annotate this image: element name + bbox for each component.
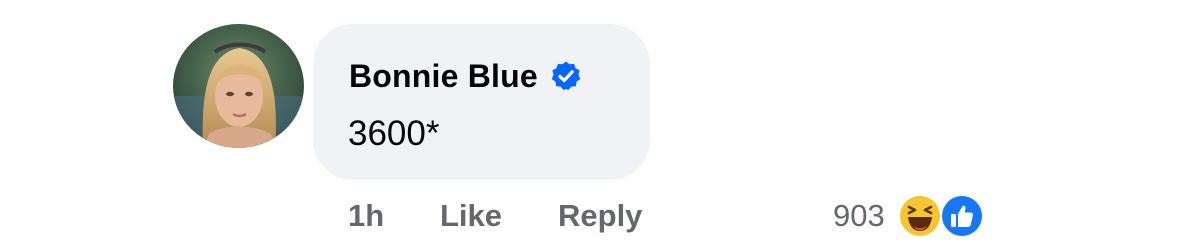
like-button[interactable]: Like: [440, 194, 502, 238]
comment-container: Bonnie Blue 3600* 1h Like Reply 903: [0, 0, 1200, 247]
reaction-count: 903: [833, 198, 885, 233]
reactions-summary[interactable]: 903: [833, 194, 987, 238]
haha-icon: [897, 193, 943, 239]
reaction-icons: [895, 193, 987, 239]
comment-bubble: Bonnie Blue 3600*: [313, 24, 650, 180]
author-row: Bonnie Blue: [349, 54, 582, 98]
author-name[interactable]: Bonnie Blue: [349, 58, 538, 95]
like-icon: [939, 193, 985, 239]
reply-button[interactable]: Reply: [558, 194, 642, 238]
comment-text: 3600*: [348, 114, 440, 153]
avatar[interactable]: [173, 24, 304, 148]
comment-timestamp[interactable]: 1h: [348, 194, 384, 238]
verified-badge-icon: [550, 60, 582, 92]
profile-photo-image: [173, 24, 304, 148]
